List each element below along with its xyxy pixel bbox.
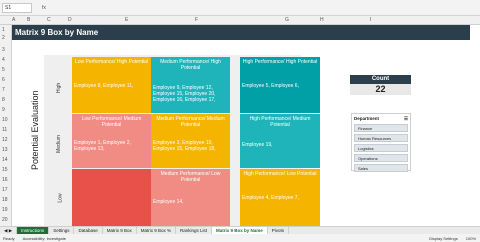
row-header[interactable]: 4 <box>2 57 5 63</box>
row-header[interactable]: 3 <box>2 47 5 53</box>
cell-header: High Performance/ High Potential <box>242 59 318 65</box>
matrix-cell-high-low: High Performance/ Low Potential Employee… <box>240 169 320 226</box>
name-box[interactable]: S1 <box>2 2 32 13</box>
row-header[interactable]: 18 <box>2 197 8 203</box>
status-bar: Ready Accessibility: Investigate Display… <box>0 234 480 242</box>
cell-employees: Employee 4, Employee 7, <box>242 195 299 201</box>
row-header[interactable]: 10 <box>2 117 8 123</box>
slicer-title: Department <box>354 116 380 121</box>
matrix-cell-medium-high: Medium Performance/ High Potential Emplo… <box>151 57 230 113</box>
row-headers: 1 2 3 4 5 6 7 8 9 10 11 12 13 14 15 16 1… <box>0 25 12 232</box>
column-header-c[interactable]: C <box>47 17 51 23</box>
cell-header: Medium Performance/ Medium Potential <box>156 116 225 128</box>
row-header[interactable]: 20 <box>2 217 8 223</box>
matrix-cell-medium-low: Medium Performance/ Low Potential Employ… <box>151 169 230 226</box>
slicer-item-finance[interactable]: Finance <box>354 124 408 132</box>
row-header[interactable]: 8 <box>2 97 5 103</box>
column-header-i[interactable]: I <box>370 17 371 23</box>
row-header[interactable]: 7 <box>2 87 5 93</box>
row-header[interactable]: 15 <box>2 167 8 173</box>
y-axis-label: Potential Evaluation <box>30 90 40 170</box>
matrix-cell-low-low <box>72 169 151 226</box>
row-header[interactable]: 9 <box>2 107 5 113</box>
matrix-cell-low-medium: Low Performance/ Medium Potential Employ… <box>72 114 151 168</box>
slicer-item-operations[interactable]: Operations <box>354 154 408 162</box>
cell-employees: Employee 3, Employee 10, Employee 15, Em… <box>153 140 216 152</box>
slicer-item-human-resources[interactable]: Human Resources <box>354 134 408 142</box>
row-header[interactable]: 16 <box>2 177 8 183</box>
row-header[interactable]: 5 <box>2 67 5 73</box>
matrix-cell-low-high: Low Performance/ High Potential Employee… <box>72 57 151 113</box>
count-label: Count <box>350 75 411 84</box>
column-header-b[interactable]: B <box>27 17 30 23</box>
row-header[interactable]: 12 <box>2 137 8 143</box>
row-label-high: High <box>56 82 63 94</box>
row-label-low: Low <box>57 193 64 203</box>
count-value: 22 <box>350 84 411 95</box>
row-header[interactable]: 14 <box>2 157 8 163</box>
row-header[interactable]: 19 <box>2 207 8 213</box>
excel-window: S1 fx A B C D E F G H I 1 2 3 4 5 6 7 8 … <box>0 0 480 242</box>
cell-employees: Employee 5, Employee 6, <box>242 83 299 89</box>
count-box: Count 22 <box>350 75 411 95</box>
cell-header: Medium Performance/ Low Potential <box>160 171 221 183</box>
formula-bar: S1 fx <box>0 0 480 16</box>
row-header[interactable]: 11 <box>2 127 7 133</box>
fx-icon: fx <box>42 4 46 11</box>
column-header-a[interactable]: A <box>12 17 15 23</box>
cell-header: High Performance/ Low Potential <box>243 171 317 177</box>
matrix-cell-high-medium: High Performance/ Medium Potential Emplo… <box>240 114 320 168</box>
display-settings[interactable]: Display Settings <box>429 236 458 241</box>
row-header[interactable]: 1 <box>2 27 5 33</box>
accessibility-status[interactable]: Accessibility: Investigate <box>23 236 66 241</box>
column-header-f[interactable]: F <box>195 17 198 23</box>
cell-header: High Performance/ Medium Potential <box>249 116 311 128</box>
cell-employees: Employee 9, Employee 12, Employee 15, Em… <box>153 85 216 103</box>
row-label-medium: Medium <box>55 135 62 153</box>
cell-employees: Employee 8, Employee 11, <box>74 83 134 89</box>
slicer-item-logistics[interactable]: Logistics <box>354 144 408 152</box>
row-header[interactable]: 2 <box>2 35 5 41</box>
cell-employees: Employee 1, Employee 2, Employee 13, <box>74 140 131 152</box>
cell-header: Medium Performance/ High Potential <box>160 59 221 71</box>
cell-header: Low Performance/ Medium Potential <box>81 116 142 128</box>
worksheet[interactable]: Matrix 9 Box by Name Potential Evaluatio… <box>12 25 480 237</box>
column-header-e[interactable]: E <box>125 17 128 23</box>
column-header-h[interactable]: H <box>320 17 324 23</box>
matrix-cell-medium-medium: Medium Performance/ Medium Potential Emp… <box>151 114 230 168</box>
slicer-header: Department ☰ <box>354 116 408 122</box>
filter-icon[interactable]: ☰ <box>404 116 408 122</box>
column-headers: A B C D E F G H I <box>0 16 480 25</box>
sheet-tabs: ◀ ▶ Instructions Settings Database Matri… <box>0 226 480 235</box>
slicer-item-sales[interactable]: Sales <box>354 164 408 172</box>
matrix-cell-high-high: High Performance/ High Potential Employe… <box>240 57 320 113</box>
column-header-d[interactable]: D <box>68 17 72 23</box>
cell-header: Low Performance/ High Potential <box>74 59 149 65</box>
page-title: Matrix 9 Box by Name <box>12 25 470 40</box>
row-header[interactable]: 13 <box>2 147 8 153</box>
status-ready: Ready <box>3 235 15 241</box>
cell-employees: Employee 19, <box>242 142 273 148</box>
cell-employees: Employee 14, <box>153 199 184 205</box>
department-slicer[interactable]: Department ☰ Finance Human Resources Log… <box>351 113 411 172</box>
column-header-g[interactable]: G <box>285 17 289 23</box>
row-header[interactable]: 17 <box>2 187 8 193</box>
row-header[interactable]: 6 <box>2 77 5 83</box>
zoom-level[interactable]: 100% <box>466 236 476 241</box>
